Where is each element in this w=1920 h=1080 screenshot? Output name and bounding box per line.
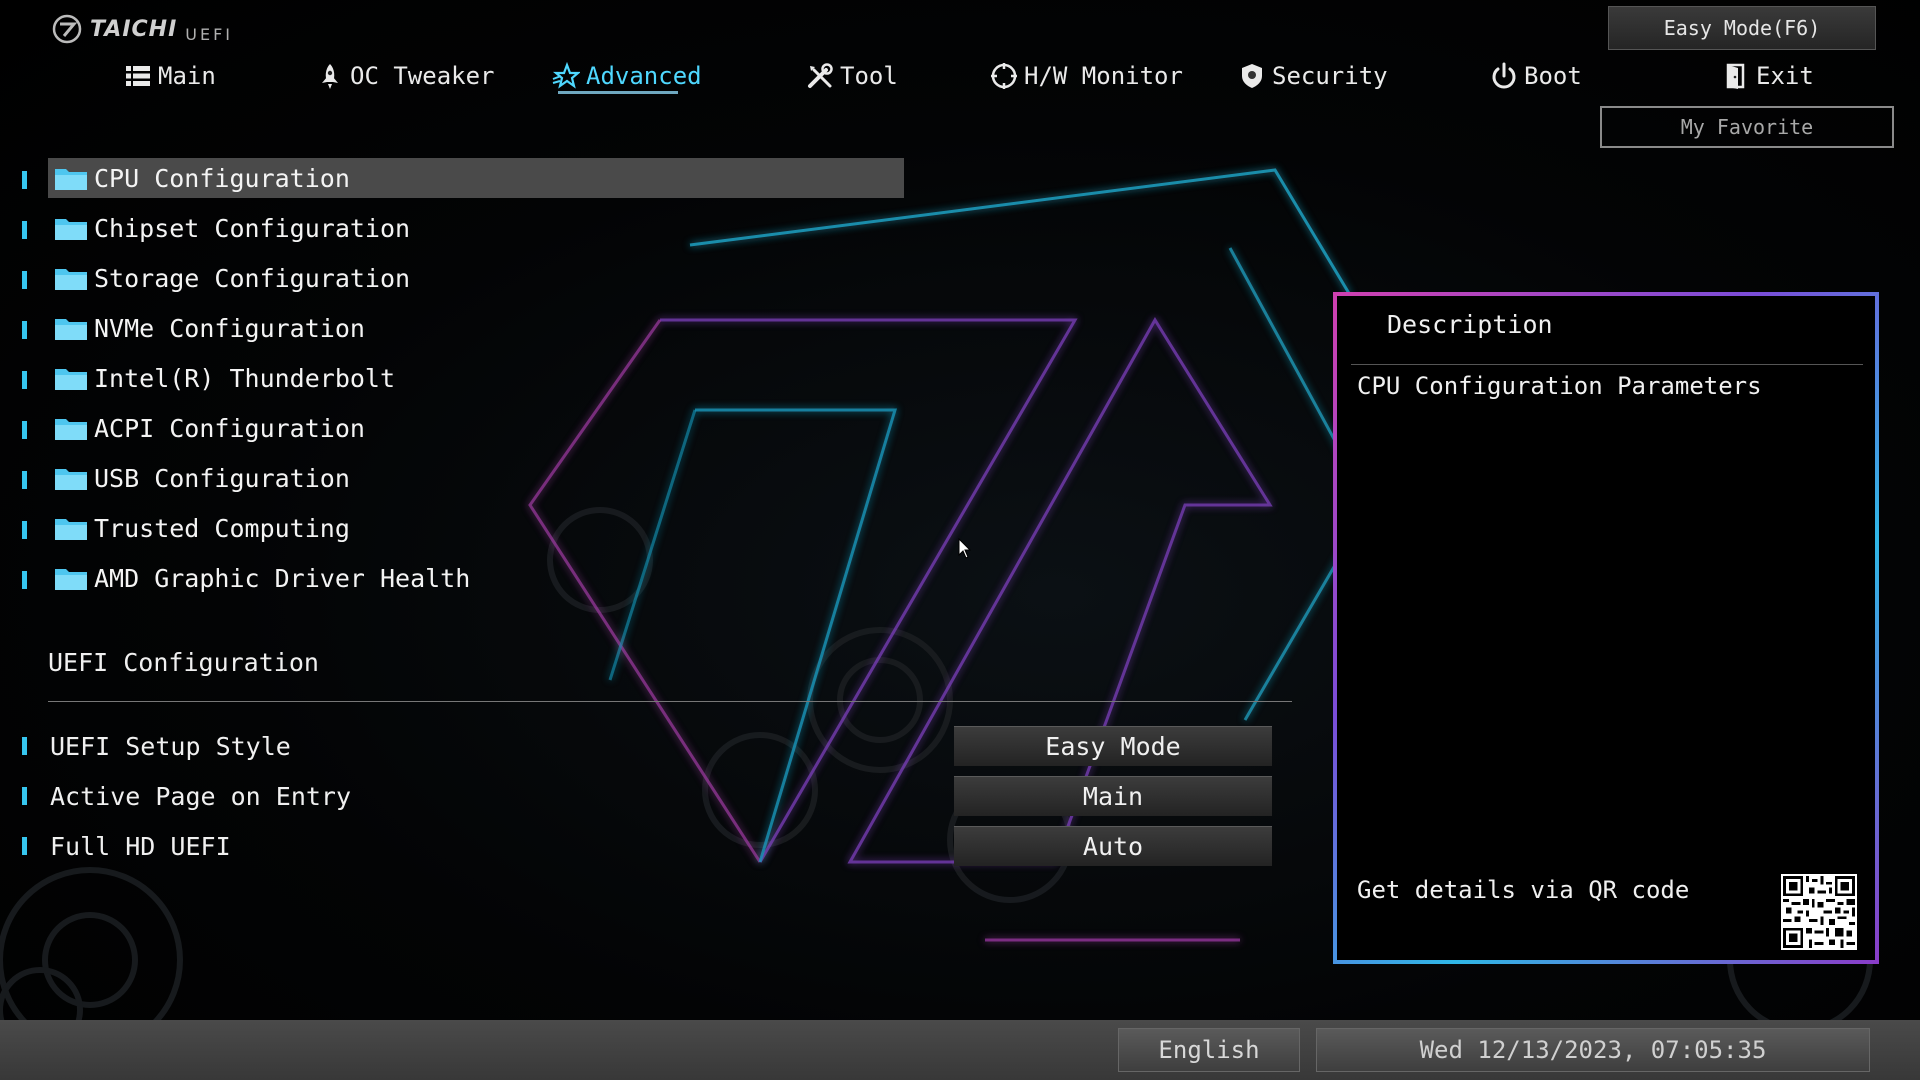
rocket-icon <box>322 64 338 89</box>
tab-advanced[interactable]: Advanced <box>552 58 702 94</box>
monitor-icon <box>991 63 1017 89</box>
menu-bullet <box>22 221 27 239</box>
list-icon <box>126 66 150 86</box>
uefi-screen: TAICHI UEFI Main OC Tweaker Advanced Too… <box>0 0 1920 1080</box>
menu-item-label: AMD Graphic Driver Health <box>94 563 471 593</box>
tools-icon <box>808 63 833 88</box>
tab-security[interactable]: Security <box>1238 58 1388 94</box>
menu-item-chipset-configuration[interactable]: Chipset Configuration <box>48 208 904 248</box>
tab-advanced-label: Advanced <box>586 62 702 90</box>
setting-label-uefi-setup-style: UEFI Setup Style <box>50 731 291 761</box>
exit-door-icon <box>1726 63 1745 89</box>
menu-item-storage-configuration[interactable]: Storage Configuration <box>48 258 904 298</box>
description-panel: Description CPU Configuration Parameters… <box>1333 292 1879 964</box>
qr-code-icon <box>1783 876 1855 948</box>
tab-hw-monitor-label: H/W Monitor <box>1024 62 1183 90</box>
tab-oc-tweaker-label: OC Tweaker <box>350 62 495 90</box>
menu-item-label: Trusted Computing <box>94 513 350 543</box>
menu-item-amd-graphic-driver-health[interactable]: AMD Graphic Driver Health <box>48 558 904 598</box>
description-divider <box>1351 364 1863 365</box>
tab-exit-label: Exit <box>1756 62 1814 90</box>
shield-icon <box>1242 64 1262 88</box>
menu-bullet <box>22 571 27 589</box>
folder-icon <box>55 269 87 290</box>
menu-bullet <box>22 171 27 189</box>
tab-hw-monitor[interactable]: H/W Monitor <box>990 58 1183 94</box>
tab-main[interactable]: Main <box>124 58 216 94</box>
menu-bullet <box>22 371 27 389</box>
description-text: CPU Configuration Parameters <box>1357 372 1762 400</box>
setting-bullet <box>22 737 27 755</box>
folder-icon <box>55 419 87 440</box>
menu-item-label: Intel(R) Thunderbolt <box>94 363 396 393</box>
tab-boot[interactable]: Boot <box>1490 58 1582 94</box>
tab-main-label: Main <box>158 62 216 90</box>
setting-label-full-hd-uefi: Full HD UEFI <box>50 831 231 861</box>
tab-boot-label: Boot <box>1524 62 1582 90</box>
setting-value-active-page-on-entry[interactable]: Main <box>954 776 1272 816</box>
tab-tool-label: Tool <box>840 62 898 90</box>
menu-item-acpi-configuration[interactable]: ACPI Configuration <box>48 408 904 448</box>
taichi-logo-icon <box>52 14 82 44</box>
tab-oc-tweaker[interactable]: OC Tweaker <box>316 58 495 94</box>
menu-item-label: CPU Configuration <box>94 163 350 193</box>
folder-icon <box>55 469 87 490</box>
menu-item-label: NVMe Configuration <box>94 313 365 343</box>
star-icon <box>552 62 580 89</box>
folder-icon <box>55 319 87 340</box>
setting-value-uefi-setup-style[interactable]: Easy Mode <box>954 726 1272 766</box>
folder-icon <box>55 569 87 590</box>
folder-icon <box>55 369 87 390</box>
section-title-uefi-configuration: UEFI Configuration <box>48 648 319 677</box>
setting-bullet <box>22 787 27 805</box>
folder-icon <box>55 519 87 540</box>
menu-item-usb-configuration[interactable]: USB Configuration <box>48 458 904 498</box>
menu-bullet <box>22 321 27 339</box>
active-tab-indicator <box>558 91 678 94</box>
menu-item-label: Chipset Configuration <box>94 213 411 243</box>
datetime-display: Wed 12/13/2023, 07:05:35 <box>1316 1028 1870 1072</box>
menu-item-cpu-configuration[interactable]: CPU Configuration <box>48 158 904 198</box>
setting-label-active-page-on-entry: Active Page on Entry <box>50 781 352 811</box>
description-title: Description <box>1387 310 1553 339</box>
folder-icon <box>55 219 87 240</box>
brand-subtitle: UEFI <box>185 24 234 44</box>
menu-item-trusted-computing[interactable]: Trusted Computing <box>48 508 904 548</box>
brand: TAICHI UEFI <box>52 14 233 44</box>
easy-mode-button[interactable]: Easy Mode(F6) <box>1608 6 1876 50</box>
mouse-cursor-icon <box>958 538 972 559</box>
menu-bullet <box>22 471 27 489</box>
language-button[interactable]: English <box>1118 1028 1300 1072</box>
qr-code-image <box>1781 874 1857 950</box>
menu-item-label: USB Configuration <box>94 463 350 493</box>
brand-name: TAICHI <box>90 16 178 42</box>
menu-item-nvme-configuration[interactable]: NVMe Configuration <box>48 308 904 348</box>
tab-security-label: Security <box>1272 62 1388 90</box>
menu-bullet <box>22 421 27 439</box>
menu-bullet <box>22 521 27 539</box>
power-icon <box>1492 62 1516 89</box>
menu-bullet <box>22 271 27 289</box>
my-favorite-button[interactable]: My Favorite <box>1600 106 1894 148</box>
setting-bullet <box>22 837 27 855</box>
folder-icon <box>55 169 87 190</box>
setting-value-full-hd-uefi[interactable]: Auto <box>954 826 1272 866</box>
menu-item-label: Storage Configuration <box>94 263 411 293</box>
qr-code-label: Get details via QR code <box>1357 876 1690 904</box>
tab-exit[interactable]: Exit <box>1722 58 1814 94</box>
tab-tool[interactable]: Tool <box>806 58 898 94</box>
menu-item-intel-thunderbolt[interactable]: Intel(R) Thunderbolt <box>48 358 904 398</box>
section-divider <box>48 701 1292 702</box>
menu-item-label: ACPI Configuration <box>94 413 365 443</box>
